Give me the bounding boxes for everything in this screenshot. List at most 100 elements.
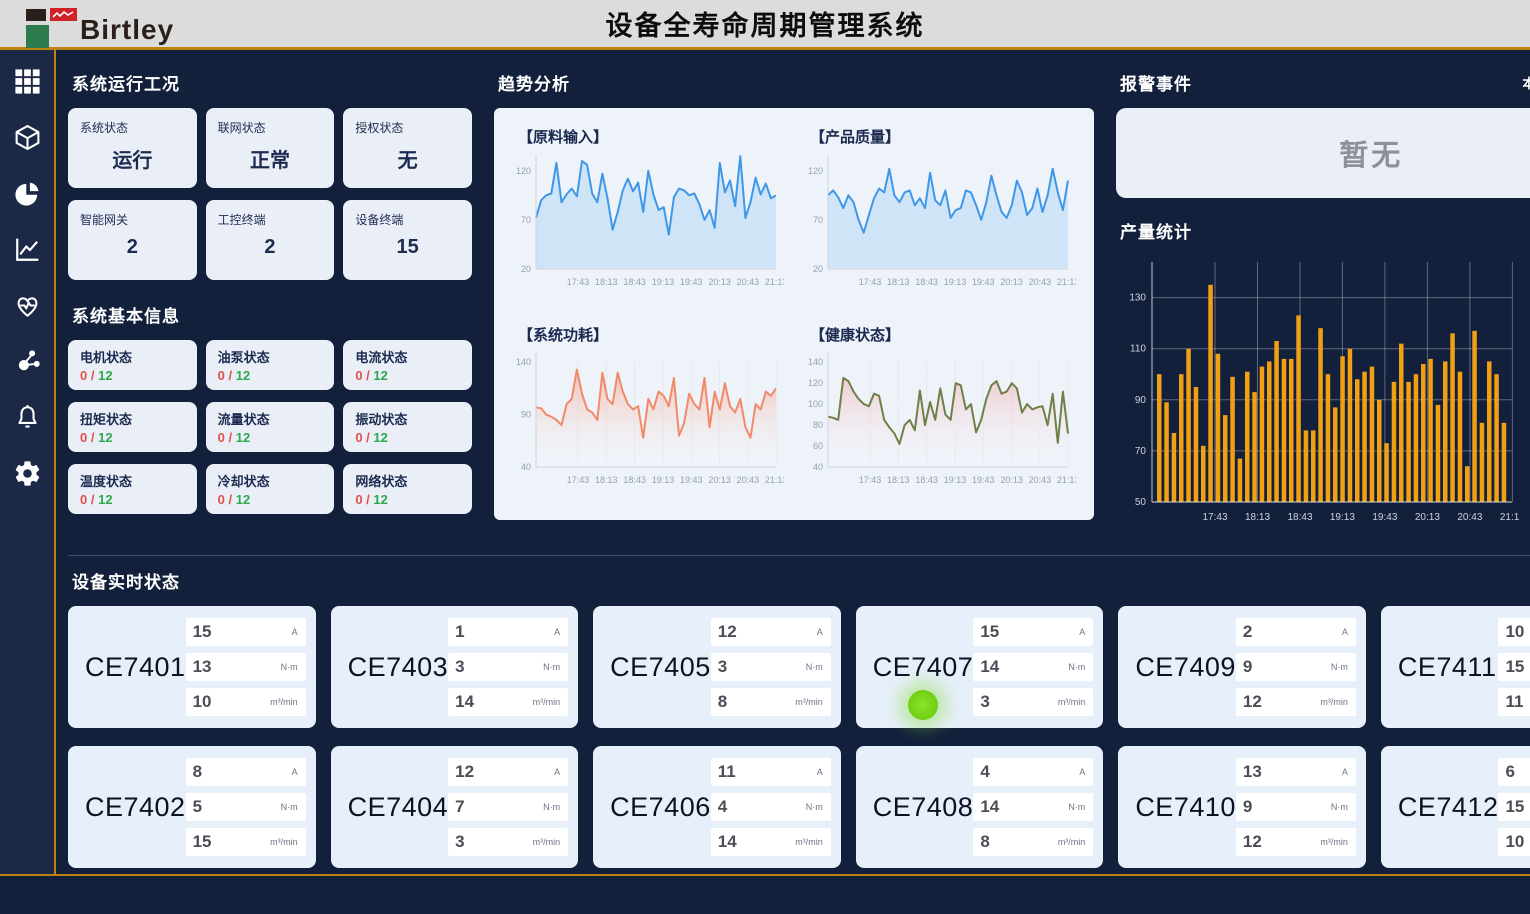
svg-text:17:43: 17:43 [859,475,882,485]
device-name: CE7408 [873,792,974,823]
section-title-system-info: 系统基本信息 [72,302,472,327]
metric-unit: N·m [281,662,298,672]
device-name: CE7404 [348,792,449,823]
svg-text:20:43: 20:43 [737,475,760,485]
info-card-label: 电机状态 [80,347,185,366]
device-metric: 3 N·m [448,653,568,681]
device-metric: 1 A [448,618,568,646]
device-card-CE7404[interactable]: CE7404 12 A 7 N·m 3 m³/min [331,746,579,868]
svg-text:20:13: 20:13 [708,475,731,485]
svg-text:19:43: 19:43 [972,277,995,287]
device-metric: 10 A [1498,618,1530,646]
device-name: CE7401 [85,652,186,683]
device-card-CE7408[interactable]: CE7408 4 A 14 N·m 8 m³/min [856,746,1104,868]
trend-chart-raw_input: 【原料输入】 120702017:4318:1318:4319:1319:432… [502,114,794,312]
device-name: CE7412 [1398,792,1499,823]
svg-text:17:43: 17:43 [1202,512,1227,523]
status-card-label: 智能网关 [80,211,185,228]
metric-unit: m³/min [1058,837,1086,847]
metric-value: 13 [193,657,212,677]
device-metrics: 12 A 7 N·m 3 m³/min [448,758,568,856]
sidebar-network-icon[interactable] [10,346,44,376]
device-card-CE7412[interactable]: CE7412 6 A 15 N·m 10 m³/min [1381,746,1530,868]
sidebar-line-chart-icon[interactable] [10,234,44,264]
svg-text:110: 110 [1130,344,1146,355]
status-card: 授权状态 无 [343,108,472,188]
metric-value: 10 [1505,622,1524,642]
metric-value: 8 [980,832,989,852]
device-metric: 4 N·m [711,793,831,821]
svg-text:21:13: 21:13 [1500,512,1520,523]
metric-value: 15 [980,622,999,642]
device-metrics: 4 A 14 N·m 8 m³/min [973,758,1093,856]
device-card-CE7406[interactable]: CE7406 11 A 4 N·m 14 m³/min [593,746,841,868]
device-card-CE7401[interactable]: CE7401 15 A 13 N·m 10 m³/min [68,606,316,728]
section-title-alarm: 报警事件 [1120,70,1192,95]
device-card-CE7409[interactable]: CE7409 2 A 9 N·m 12 m³/min [1118,606,1366,728]
device-metric: 10 m³/min [186,688,306,716]
info-card-count: 0 / 12 [355,492,460,507]
device-metric: 2 A [1236,618,1356,646]
metric-unit: A [1079,627,1085,637]
device-card-CE7410[interactable]: CE7410 13 A 9 N·m 12 m³/min [1118,746,1366,868]
device-metric: 12 m³/min [1236,828,1356,856]
metric-value: 12 [455,762,474,782]
sidebar-health-icon[interactable] [10,290,44,320]
device-metric: 14 m³/min [448,688,568,716]
alarm-empty-text: 暂无 [1339,132,1403,174]
device-metric: 3 m³/min [973,688,1093,716]
status-card-value: 2 [218,236,323,259]
chart-title: 【产品质量】 [810,126,1082,147]
device-metric: 13 A [1236,758,1356,786]
info-card-count: 0 / 12 [355,430,460,445]
svg-text:90: 90 [521,410,531,420]
metric-value: 2 [1243,622,1252,642]
device-card-CE7402[interactable]: CE7402 8 A 5 N·m 15 m³/min [68,746,316,868]
metric-unit: N·m [281,802,298,812]
metric-unit: A [554,767,560,777]
svg-text:21:13: 21:13 [765,475,784,485]
sidebar-bell-icon[interactable] [10,402,44,432]
trend-panel: 趋势分析 【原料输入】 120702017:4318:1318:4319:131… [494,66,1094,541]
status-card-value: 无 [355,144,460,173]
device-card-CE7403[interactable]: CE7403 1 A 3 N·m 14 m³/min [331,606,579,728]
status-card-value: 正常 [218,144,323,173]
metric-unit: N·m [1068,662,1085,672]
device-metric: 15 A [186,618,306,646]
metric-unit: m³/min [270,697,298,707]
svg-text:70: 70 [1135,446,1147,457]
svg-text:21:13: 21:13 [1057,475,1076,485]
device-card-CE7405[interactable]: CE7405 12 A 3 N·m 8 m³/min [593,606,841,728]
sidebar-grid-icon[interactable] [10,66,44,96]
status-card-label: 授权状态 [355,119,460,136]
info-card: 网络状态 0 / 12 [343,464,472,514]
page-title: 设备全寿命周期管理系统 [0,4,1530,43]
info-card-count: 0 / 12 [218,368,323,383]
alarm-tab-month[interactable]: 本月 [1522,73,1530,92]
svg-text:18:43: 18:43 [623,475,646,485]
metric-value: 15 [1505,657,1524,677]
sidebar-gear-icon[interactable] [10,458,44,488]
device-metric: 14 N·m [973,653,1093,681]
info-card: 振动状态 0 / 12 [343,402,472,452]
device-name: CE7405 [610,652,711,683]
status-card: 设备终端 15 [343,200,472,280]
device-metric: 3 m³/min [448,828,568,856]
sidebar-pie-chart-icon[interactable] [10,178,44,208]
footer-strip [0,876,1530,914]
metric-value: 9 [1243,657,1252,677]
svg-text:70: 70 [813,215,823,225]
info-card: 油泵状态 0 / 12 [206,340,335,390]
device-card-CE7411[interactable]: CE7411 10 A 15 N·m 11 m³/min [1381,606,1530,728]
trend-charts: 【原料输入】 120702017:4318:1318:4319:1319:432… [494,108,1094,520]
svg-text:140: 140 [516,357,531,367]
metric-unit: N·m [543,662,560,672]
svg-text:20:13: 20:13 [1415,512,1440,523]
device-metrics: 12 A 3 N·m 8 m³/min [711,618,831,716]
device-card-CE7407[interactable]: CE7407 15 A 14 N·m 3 m³/min [856,606,1104,728]
device-metric: 12 m³/min [1236,688,1356,716]
sidebar-cube-icon[interactable] [10,122,44,152]
svg-text:18:43: 18:43 [623,277,646,287]
status-card-label: 系统状态 [80,119,185,136]
device-metrics: 11 A 4 N·m 14 m³/min [711,758,831,856]
